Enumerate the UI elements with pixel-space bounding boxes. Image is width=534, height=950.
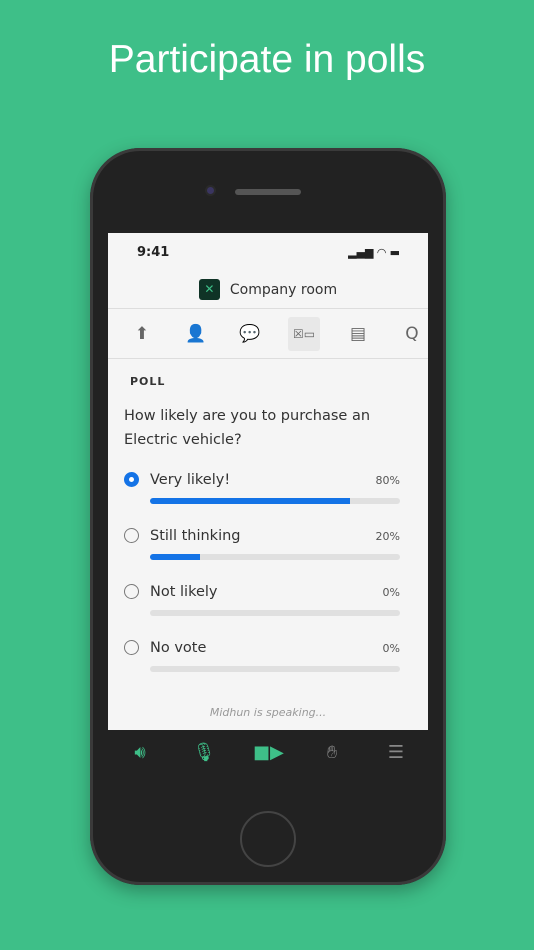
result-bar-fill [150,498,350,504]
status-bar: 9:41 ▂▄▆ ◠ ▬ [108,233,428,271]
option-name: Still thinking [150,528,241,544]
poll-option[interactable]: Very likely! 80% [124,470,412,504]
chat-icon: 💬 [239,323,261,344]
tab-poll[interactable]: ☒▭ [288,316,320,351]
app-screen: 9:41 ▂▄▆ ◠ ▬ ✕ Company room ⬆ 👤 💬 ☒▭ ▤ Q… [108,233,428,800]
tab-qa[interactable]: Q [396,317,428,351]
result-bar [150,610,400,616]
poll-option[interactable]: Not likely 0% [124,582,412,616]
result-bar [150,498,400,504]
option-percent: 0% [382,641,400,655]
poll-panel: POLL How likely are you to purchase an E… [108,359,428,672]
bottom-toolbar: 🔊︎ 🎙︎ ■▶ ✋︎ ☰ [108,730,428,800]
tab-notes[interactable]: ▤ [342,317,374,351]
radio-button[interactable] [124,472,139,487]
front-camera [205,185,216,196]
option-name: No vote [150,640,207,656]
tab-chat[interactable]: 💬 [234,317,266,351]
app-logo-icon: ✕ [198,279,220,300]
video-camera-icon[interactable]: ■▶ [253,742,284,800]
qa-icon: Q [405,323,419,344]
status-icons: ▂▄▆ ◠ ▬ [348,245,400,259]
result-bar [150,666,400,672]
room-title: Company room [229,281,338,298]
menu-icon[interactable]: ☰ [381,742,411,800]
notes-icon: ▤ [349,323,367,344]
option-percent: 80% [375,473,400,487]
poll-option[interactable]: Still thinking 20% [124,526,412,560]
home-button[interactable] [240,811,296,867]
tab-camera[interactable]: 👤 [180,317,212,351]
status-time: 9:41 [137,244,170,260]
option-percent: 20% [375,529,400,543]
option-percent: 0% [382,585,400,599]
pod-tabs: ⬆ 👤 💬 ☒▭ ▤ Q [108,309,428,359]
share-upload-icon: ⬆ [134,323,150,344]
headline: Participate in polls [108,38,426,81]
camera-pod-icon: 👤 [185,323,207,344]
raise-hand-icon[interactable]: ✋︎ [317,742,347,800]
radio-button[interactable] [124,640,139,655]
poll-icon: ☒▭ [292,326,316,341]
radio-button[interactable] [124,528,139,543]
poll-question: How likely are you to purchase an Electr… [124,408,371,448]
microphone-icon[interactable]: 🎙︎ [189,742,219,800]
speaker-icon[interactable]: 🔊︎ [125,742,155,800]
poll-option[interactable]: No vote 0% [124,638,412,672]
result-bar [150,554,400,560]
speaking-indicator: Midhun is speaking... [209,706,327,719]
earpiece [235,189,301,195]
radio-button[interactable] [124,584,139,599]
result-bar-fill [150,554,200,560]
tab-share[interactable]: ⬆ [126,317,158,351]
option-name: Not likely [150,584,218,600]
poll-label: POLL [130,375,166,388]
room-header: ✕ Company room [108,271,428,309]
option-name: Very likely! [150,472,231,488]
